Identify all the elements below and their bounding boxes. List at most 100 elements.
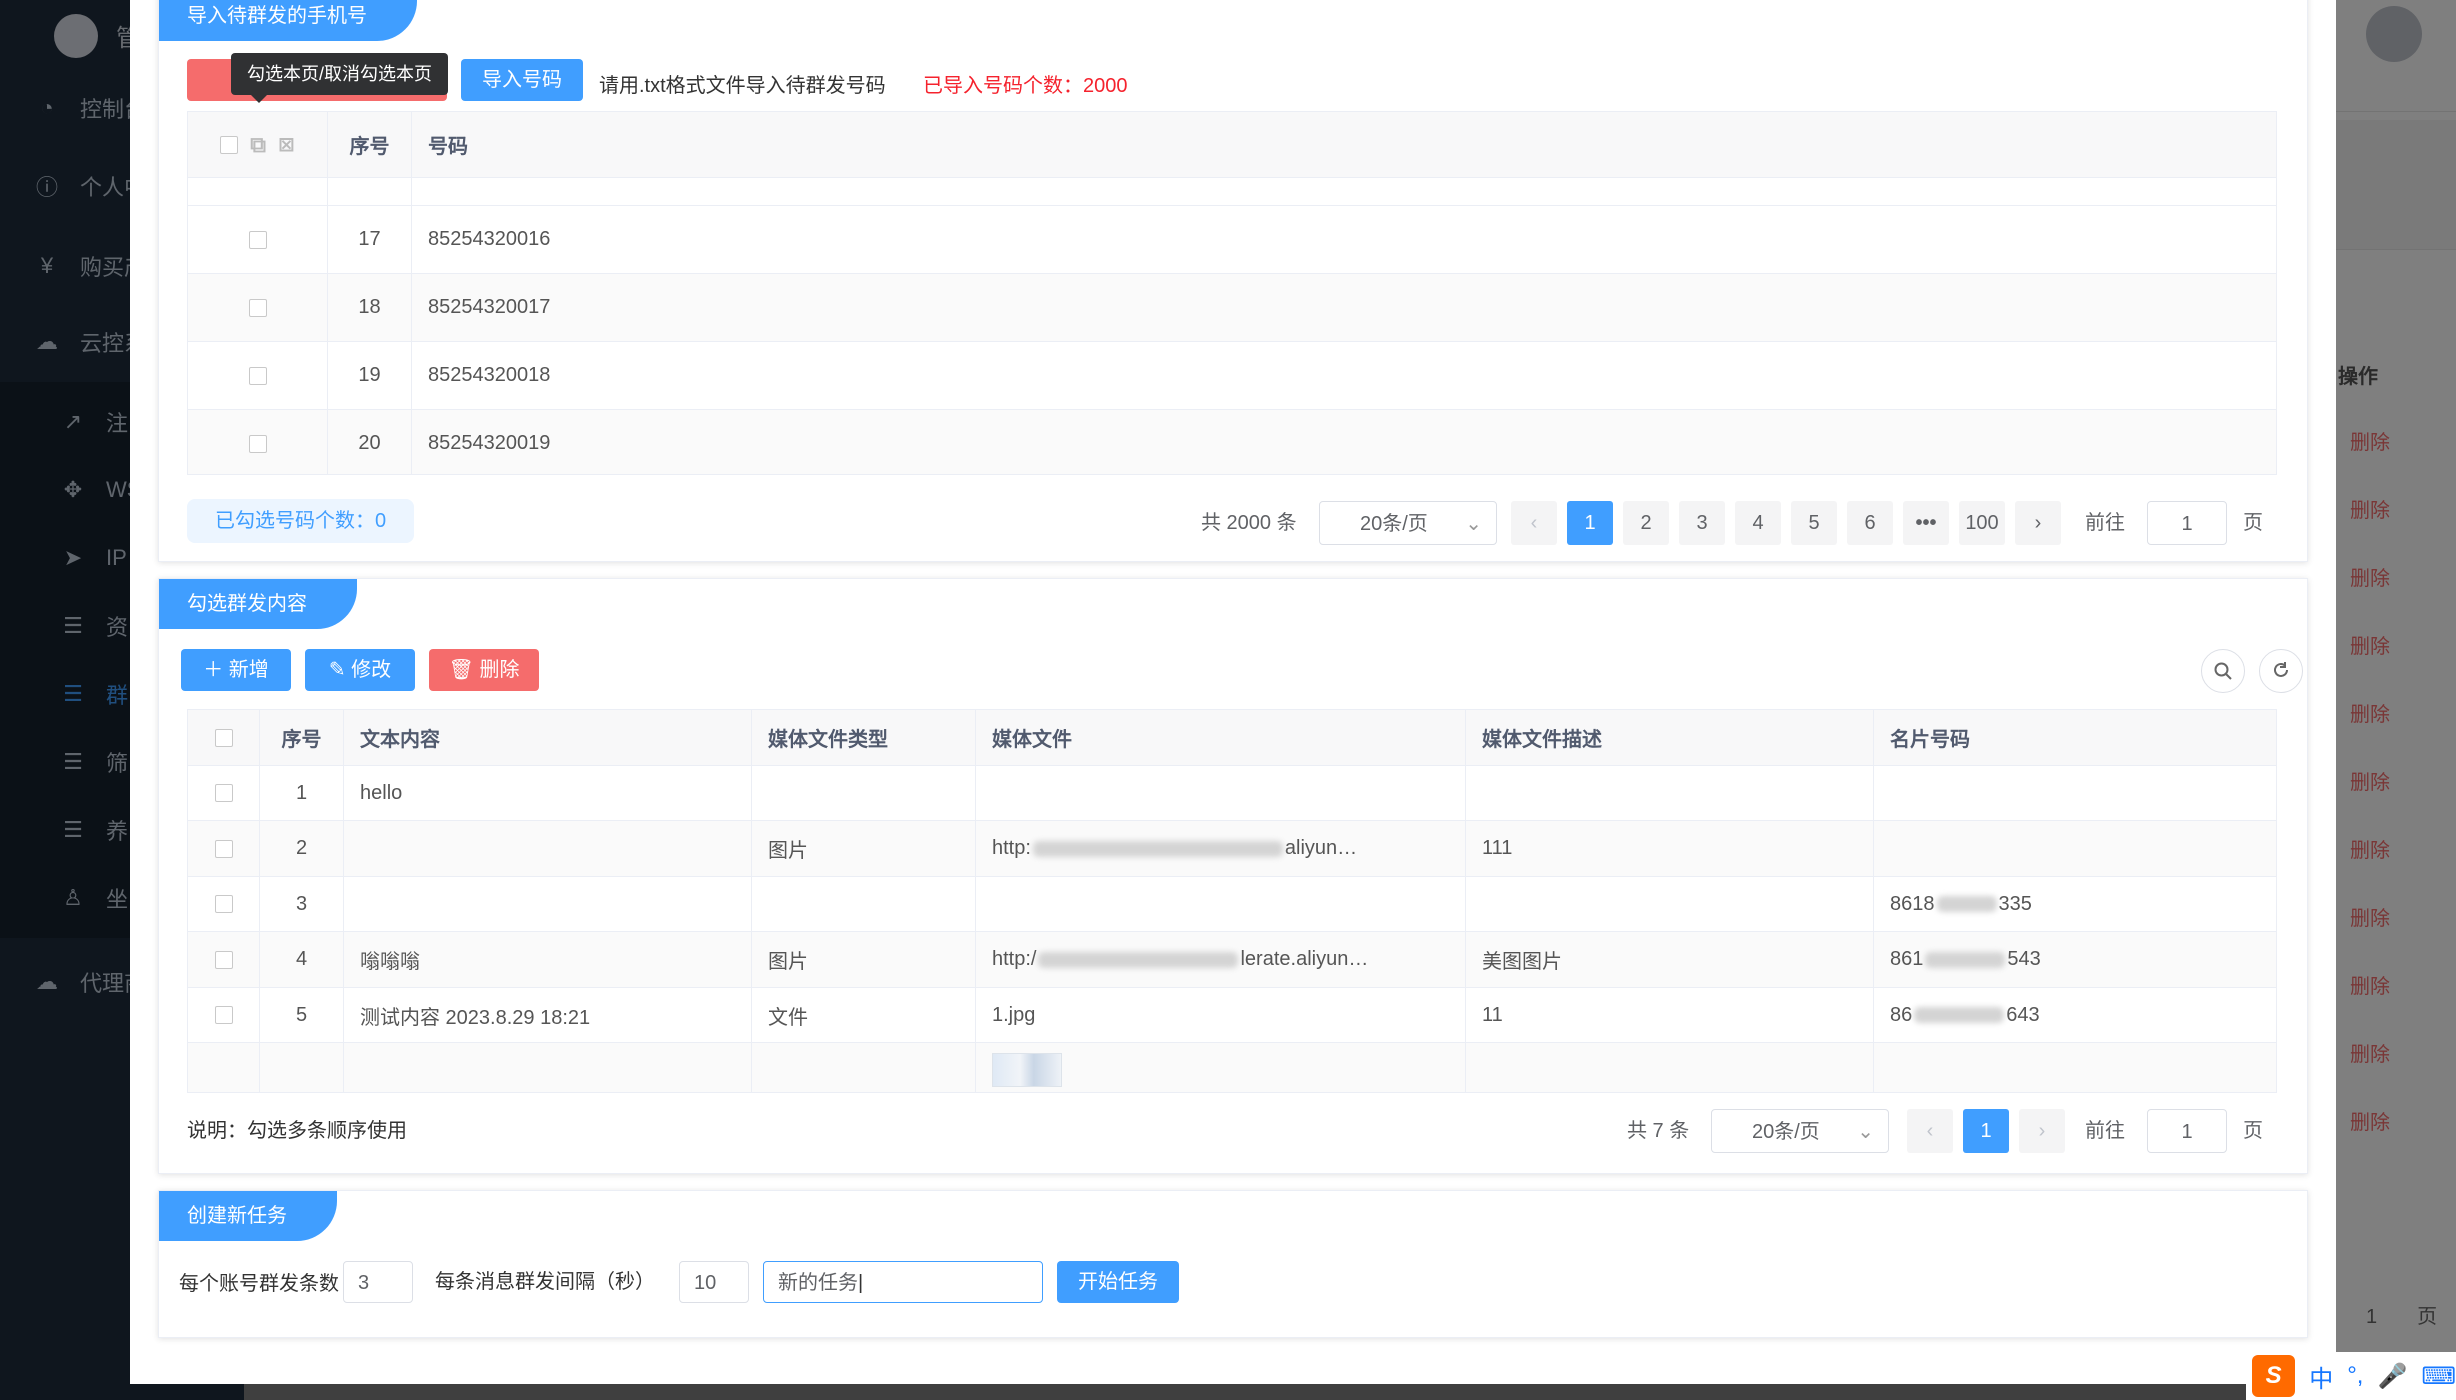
media-thumbnail[interactable]	[992, 1053, 1062, 1087]
page-button[interactable]: 4	[1735, 501, 1781, 545]
page-button[interactable]: 1	[1963, 1109, 2009, 1153]
next-page-button[interactable]: ›	[2019, 1109, 2065, 1153]
row-checkbox[interactable]	[214, 784, 233, 802]
search-icon[interactable]	[2201, 649, 2245, 693]
group-send-modal: 导入待群发的手机号 部 勾选本页/取消勾选本页 导入号码 请用.txt格式文件导…	[130, 0, 2336, 1384]
table-row[interactable]: 2 图片 http: aliyun… 111	[188, 821, 2276, 877]
ime-language[interactable]: 中	[2309, 1359, 2333, 1394]
page-button[interactable]: 100	[1959, 501, 2005, 545]
table-row[interactable]: 1 hello	[188, 766, 2276, 821]
import-numbers-card: 导入待群发的手机号 部 勾选本页/取消勾选本页 导入号码 请用.txt格式文件导…	[158, 0, 2308, 562]
row-index: 19	[328, 342, 412, 409]
row-media-desc: 111	[1466, 821, 1874, 876]
row-index: 3	[260, 877, 344, 931]
row-media-type	[752, 877, 976, 931]
row-checkbox[interactable]	[214, 839, 233, 858]
goto-suffix: 页	[2243, 1120, 2263, 1142]
copy-icon[interactable]: ⧉	[250, 132, 266, 158]
row-text: 嗡嗡嗡	[344, 932, 752, 987]
redacted-text	[1936, 896, 1997, 912]
add-content-button[interactable]: ＋ 新增	[181, 649, 291, 691]
more-pages-button[interactable]: •••	[1903, 501, 1949, 545]
selected-count-badge: 已勾选号码个数：0	[187, 499, 415, 543]
header-checkbox[interactable]	[214, 728, 233, 747]
page-button[interactable]: 1	[1567, 501, 1613, 545]
page-button[interactable]: 2	[1623, 501, 1669, 545]
prev-page-button[interactable]: ‹	[1511, 501, 1557, 545]
interval-input[interactable]: 10	[679, 1261, 749, 1303]
chevron-down-icon: ⌄	[1857, 1121, 1874, 1143]
column-header-number: 号码	[428, 136, 468, 158]
row-checkbox[interactable]	[214, 950, 233, 969]
table-row[interactable]: 18 85254320017	[188, 274, 2276, 342]
row-index: 20	[328, 410, 412, 474]
page-button[interactable]: 6	[1847, 501, 1893, 545]
ime-toolbar: S 中 °, 🎤 ⌨	[2246, 1352, 2456, 1400]
table-row[interactable]: 20 85254320019	[188, 410, 2276, 474]
page-button[interactable]: 5	[1791, 501, 1837, 545]
page-size-select[interactable]: 20条/页 ⌄	[1711, 1109, 1889, 1153]
trash-icon: 🗑	[448, 659, 474, 681]
row-media-type: 图片	[752, 932, 976, 987]
content-pagination: 共 7 条 20条/页 ⌄ ‹ 1 › 前往 1 页	[1627, 1109, 2287, 1153]
row-checkbox[interactable]	[248, 366, 267, 385]
row-media-file	[976, 766, 1466, 820]
prev-page-button[interactable]: ‹	[1907, 1109, 1953, 1153]
plus-icon: ＋	[203, 659, 224, 681]
per-account-label: 每个账号群发条数	[179, 1273, 339, 1295]
table-row[interactable]: 19 85254320018	[188, 342, 2276, 410]
card-title: 导入待群发的手机号	[159, 0, 417, 41]
table-row[interactable]: 3 8618 335	[188, 877, 2276, 932]
table-row[interactable]: 17 85254320016	[188, 206, 2276, 274]
header-checkbox[interactable]	[220, 135, 239, 154]
card-title: 勾选群发内容	[159, 579, 357, 629]
ime-punctuation[interactable]: °,	[2347, 1362, 2363, 1390]
redacted-text	[1038, 951, 1239, 968]
page-size-select[interactable]: 20条/页 ⌄	[1319, 501, 1497, 545]
select-page-tooltip: 勾选本页/取消勾选本页	[231, 53, 448, 103]
row-checkbox[interactable]	[248, 230, 267, 249]
row-media-file: http: aliyun…	[976, 821, 1466, 876]
row-media-desc: 11	[1466, 988, 1874, 1042]
goto-page-input[interactable]: 1	[2147, 1109, 2227, 1153]
row-checkbox[interactable]	[214, 1006, 233, 1024]
sogou-logo-icon[interactable]: S	[2252, 1355, 2296, 1397]
table-header: ⧉ ⊠ 序号 号码	[188, 112, 2276, 178]
edit-content-button[interactable]: ✎ 修改	[305, 649, 415, 691]
row-checkbox[interactable]	[248, 298, 267, 317]
table-row-partial[interactable]	[188, 1043, 2276, 1092]
redacted-text	[1914, 1007, 2005, 1023]
card-title: 创建新任务	[159, 1191, 337, 1241]
clear-icon[interactable]: ⊠	[278, 132, 295, 157]
row-index: 1	[260, 766, 344, 820]
row-checkbox[interactable]	[214, 895, 233, 913]
per-account-input[interactable]: 3	[343, 1261, 413, 1303]
row-text: 测试内容 2023.8.29 18:21	[344, 988, 752, 1042]
task-name-input[interactable]: 新的任务|	[763, 1261, 1043, 1303]
row-checkbox[interactable]	[248, 434, 267, 453]
numbers-pagination: 共 2000 条 20条/页 ⌄ ‹ 1 2 3 4 5 6 ••• 100 › …	[1201, 501, 2281, 545]
create-task-card: 创建新任务 每个账号群发条数 3 每条消息群发间隔（秒） 10 新的任务| 开始…	[158, 1190, 2308, 1338]
microphone-icon[interactable]: 🎤	[2377, 1362, 2407, 1391]
row-text	[344, 877, 752, 931]
row-media-file	[976, 877, 1466, 931]
interval-label: 每条消息群发间隔（秒）	[435, 1271, 655, 1293]
pagination-total: 共 2000 条	[1201, 512, 1297, 534]
send-content-card: 勾选群发内容 ＋ 新增 ✎ 修改 🗑 删除 序号 文本内容 媒体文件类型 媒体文…	[158, 578, 2308, 1174]
row-media-type	[752, 766, 976, 820]
keyboard-icon[interactable]: ⌨	[2421, 1362, 2456, 1391]
table-row[interactable]: 4 嗡嗡嗡 图片 http:/lerate.aliyun… 美图图片 861 54…	[188, 932, 2276, 988]
import-numbers-button[interactable]: 导入号码	[461, 59, 583, 101]
refresh-icon[interactable]	[2259, 649, 2303, 693]
redacted-text	[1925, 951, 2006, 968]
row-text: hello	[344, 766, 752, 820]
pagination-total: 共 7 条	[1627, 1120, 1690, 1142]
next-page-button[interactable]: ›	[2015, 501, 2061, 545]
delete-content-button[interactable]: 🗑 删除	[429, 649, 539, 691]
table-row[interactable]: 5 测试内容 2023.8.29 18:21 文件 1.jpg 11 86 643	[188, 988, 2276, 1043]
page-button[interactable]: 3	[1679, 501, 1725, 545]
row-index: 18	[328, 274, 412, 341]
start-task-button[interactable]: 开始任务	[1057, 1261, 1179, 1303]
goto-prefix: 前往	[2085, 1120, 2125, 1142]
goto-page-input[interactable]: 1	[2147, 501, 2227, 545]
